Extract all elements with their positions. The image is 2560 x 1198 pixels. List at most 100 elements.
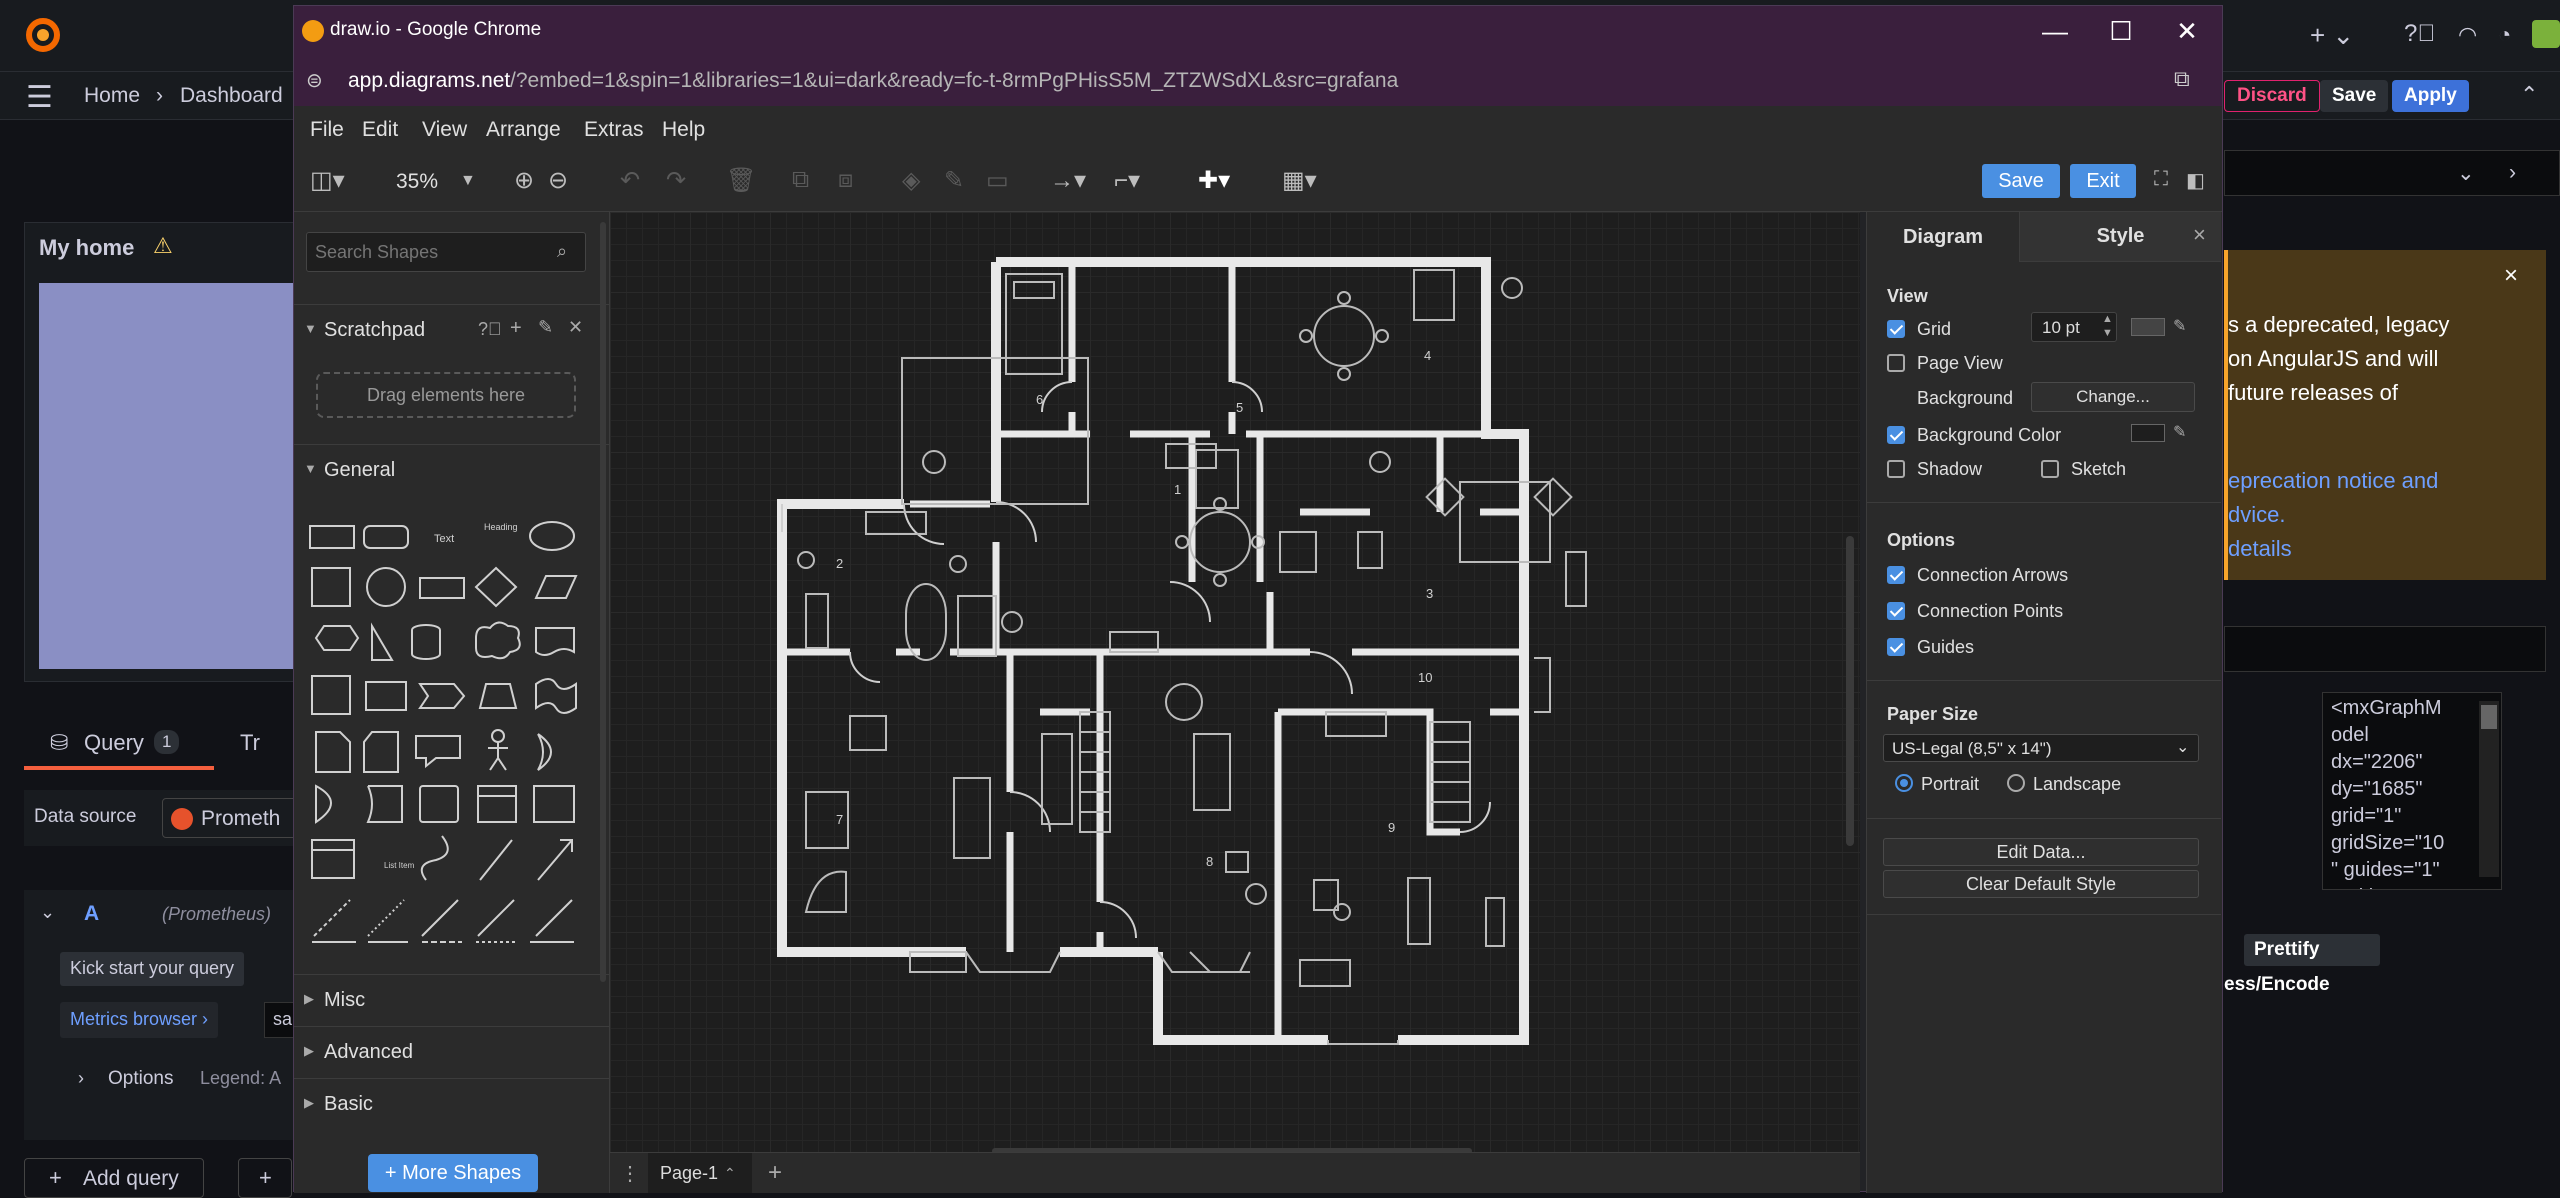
grafana-right-select[interactable]: ⌄ › (2224, 150, 2560, 196)
line-color-icon[interactable]: ✎ (944, 166, 964, 195)
deprecation-link-2[interactable]: dvice. (2228, 502, 2285, 528)
zoom-out-icon[interactable]: ⊖ (548, 166, 568, 195)
scratchpad-dropzone[interactable]: Drag elements here (316, 372, 576, 418)
deprecation-link[interactable]: eprecation notice and (2228, 468, 2438, 494)
details-link[interactable]: details (2228, 536, 2292, 562)
edit-color-icon[interactable]: ✎ (2173, 316, 2186, 336)
tab-diagram[interactable]: Diagram (1867, 212, 2019, 262)
landscape-radio[interactable] (2007, 774, 2025, 792)
minimize-button[interactable]: — (2022, 6, 2088, 56)
metrics-browser-button[interactable]: Metrics browser › (60, 1002, 219, 1038)
menu-view[interactable]: View (422, 118, 467, 142)
diagram-canvas[interactable]: 1 2 3 4 5 6 7 8 9 10 (610, 212, 1860, 1152)
chevron-right-icon[interactable]: › (2509, 161, 2516, 185)
add-query-button[interactable]: + Add query (24, 1158, 204, 1198)
chevron-up-icon[interactable]: ⌃ (724, 1165, 736, 1182)
search-shapes-input[interactable]: ⌕ (306, 232, 586, 272)
fullscreen-icon[interactable]: ⛶ (2154, 168, 2168, 191)
to-back-icon[interactable]: ⧈ (838, 166, 853, 194)
delete-icon[interactable]: 🗑 (726, 166, 756, 195)
change-background-button[interactable]: Change... (2031, 382, 2195, 412)
format-panel-icon[interactable]: ◫▾ (310, 166, 345, 195)
background-color-checkbox[interactable] (1887, 426, 1905, 444)
portrait-radio[interactable] (1895, 774, 1913, 792)
paper-size-select[interactable]: US-Legal (8,5" x 14") ⌄ (1883, 734, 2199, 762)
stepper-up-icon[interactable]: ▲ (2102, 313, 2113, 325)
chevron-right-icon[interactable]: › (78, 1068, 84, 1089)
search-icon[interactable]: ⌕ (557, 241, 567, 262)
edit-data-button[interactable]: Edit Data... (1883, 838, 2199, 866)
add-expression-button[interactable]: + (238, 1158, 292, 1198)
zoom-in-icon[interactable]: ⊕ (514, 166, 534, 195)
close-icon[interactable]: × (2193, 222, 2206, 248)
kick-start-button[interactable]: Kick start your query (60, 952, 245, 986)
floorplan-diagram[interactable]: 1 2 3 4 5 6 7 8 9 10 (610, 212, 1860, 1152)
edit-color-icon[interactable]: ✎ (2173, 422, 2186, 442)
menu-extras[interactable]: Extras (584, 118, 644, 142)
close-icon[interactable]: × (2504, 262, 2518, 290)
menu-edit[interactable]: Edit (362, 118, 398, 142)
page-tab-1[interactable]: Page-1 ⌃ (648, 1153, 752, 1193)
misc-header[interactable]: ▶ Misc (294, 974, 609, 1026)
help-icon[interactable]: ?⃝ (478, 319, 502, 340)
scrollbar-thumb[interactable] (2481, 705, 2497, 729)
grid-size-input[interactable]: 10 pt ▲ ▼ (2031, 312, 2117, 342)
avatar[interactable] (2532, 20, 2560, 48)
close-window-button[interactable]: ✕ (2154, 6, 2220, 56)
menu-icon[interactable]: ☰ (26, 80, 53, 115)
code-textarea[interactable]: <mxGraphM odel dx="2206" dy="1685" grid="1" g… (2322, 692, 2502, 890)
menu-help[interactable]: Help (662, 118, 705, 142)
connection-points-checkbox[interactable] (1887, 602, 1905, 620)
tab-query[interactable]: ⛁ Query 1 (24, 720, 214, 770)
basic-header[interactable]: ▶ Basic (294, 1078, 609, 1130)
to-front-icon[interactable]: ⧉ (792, 166, 809, 194)
grid-checkbox[interactable] (1887, 320, 1905, 338)
shadow-checkbox[interactable] (1887, 460, 1905, 478)
exit-button[interactable]: Exit (2070, 164, 2136, 198)
scrollbar[interactable] (2479, 701, 2499, 877)
grafana-right-input[interactable] (2224, 626, 2546, 672)
general-header[interactable]: ▼ General (294, 444, 609, 496)
apply-button[interactable]: Apply (2392, 80, 2469, 112)
grafana-save-button[interactable]: Save (2320, 80, 2389, 112)
compress-encode-button[interactable]: ess/Encode (2224, 974, 2330, 996)
background-color-swatch[interactable] (2131, 424, 2165, 442)
pages-menu-icon[interactable]: ⋮ (620, 1161, 640, 1186)
grid-color-swatch[interactable] (2131, 318, 2165, 336)
options-label[interactable]: Options (108, 1068, 173, 1090)
scratchpad-header[interactable]: ▼ Scratchpad ?⃝ + ✎ ✕ (294, 304, 609, 356)
search-shapes-field[interactable] (307, 233, 547, 271)
toggle-panel-icon[interactable]: ◧ (2186, 168, 2205, 193)
edit-icon[interactable]: ✎ (538, 317, 553, 338)
waypoints-icon[interactable]: ⌐▾ (1114, 166, 1140, 195)
menu-arrange[interactable]: Arrange (486, 118, 561, 142)
site-info-icon[interactable]: ⊜ (306, 68, 323, 93)
connection-icon[interactable]: →▾ (1050, 166, 1086, 195)
chrome-addressbar[interactable]: ⊜ app.diagrams.net /?embed=1&spin=1&libr… (294, 56, 2222, 106)
redo-icon[interactable]: ↷ (666, 166, 686, 195)
canvas-vscrollbar[interactable] (1846, 536, 1854, 846)
prettify-button[interactable]: Prettify (2244, 934, 2380, 966)
guides-checkbox[interactable] (1887, 638, 1905, 656)
connector-shapes-row[interactable] (294, 926, 610, 966)
table-icon[interactable]: ▦▾ (1282, 166, 1317, 195)
breadcrumb-dashboard[interactable]: Dashboard (180, 84, 283, 108)
maximize-button[interactable]: ☐ (2088, 6, 2154, 56)
breadcrumb-home[interactable]: Home (84, 84, 140, 108)
stepper-down-icon[interactable]: ▼ (2102, 327, 2113, 339)
connection-arrows-checkbox[interactable] (1887, 566, 1905, 584)
more-shapes-button[interactable]: + More Shapes (368, 1154, 538, 1192)
help-icon[interactable]: ?⃝ (2404, 20, 2435, 48)
menu-file[interactable]: File (310, 118, 344, 142)
grafana-logo[interactable] (24, 16, 62, 54)
shapes-scrollbar[interactable] (600, 222, 606, 982)
drawio-save-button[interactable]: Save (1982, 164, 2060, 198)
zoom-level[interactable]: 35% (396, 170, 438, 194)
datasource-picker[interactable]: Prometh (162, 798, 312, 838)
chevron-up-icon[interactable]: ⌃ (2520, 82, 2538, 108)
clear-default-style-button[interactable]: Clear Default Style (1883, 870, 2199, 898)
tab-style[interactable]: Style (2019, 212, 2221, 262)
add-page-icon[interactable]: + (768, 1159, 782, 1187)
page-view-checkbox[interactable] (1887, 354, 1905, 372)
tab-transform[interactable]: Tr (240, 730, 260, 756)
